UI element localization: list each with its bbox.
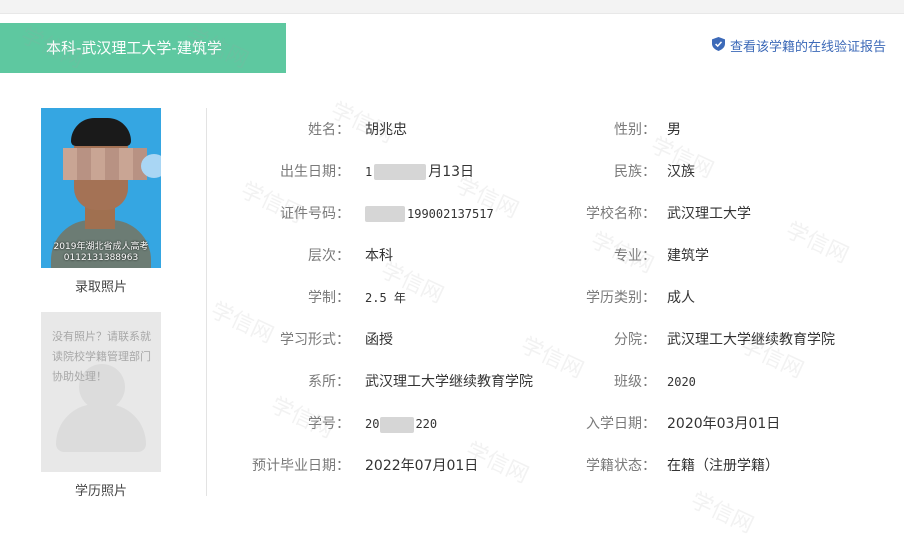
redacted-block (374, 164, 427, 180)
gender-value: 男 (667, 122, 681, 138)
watermark: 学信网 (686, 487, 758, 539)
education-photo-caption: 学历照片 (74, 484, 127, 499)
study-form-label: 学习形式： (280, 332, 350, 348)
school-value: 武汉理工大学 (667, 206, 751, 222)
birth-label: 出生日期： (280, 164, 350, 180)
duration-value: 2.5 年 (365, 291, 406, 305)
verify-report-label: 查看该学籍的在线验证报告 (729, 40, 886, 55)
branch-value: 武汉理工大学继续教育学院 (667, 332, 835, 348)
divider (206, 108, 207, 496)
grad-date-value: 2022年07月01日 (365, 458, 479, 474)
study-form-value: 函授 (365, 332, 393, 348)
gender-label: 性别： (614, 122, 656, 138)
name-label: 姓名： (308, 122, 350, 138)
verify-report-link[interactable]: 查看该学籍的在线验证报告 (711, 36, 886, 55)
id-number-label: 证件号码： (280, 206, 350, 222)
department-label: 系所： (308, 374, 350, 390)
branch-label: 分院： (614, 332, 656, 348)
photo-overlay-line1: 2019年湖北省成人高考 (53, 242, 149, 252)
redacted-block (365, 206, 405, 222)
edu-type-value: 成人 (667, 290, 695, 306)
level-label: 层次： (308, 248, 350, 264)
shield-check-icon (711, 36, 725, 55)
enroll-date-label: 入学日期： (586, 416, 656, 432)
school-label: 学校名称： (586, 206, 656, 222)
photo-overlay-line2: 0112131388963 (63, 253, 139, 263)
ethnicity-label: 民族： (614, 164, 656, 180)
level-value: 本科 (365, 248, 393, 264)
id-number-value: 199002137517 (365, 204, 494, 224)
enroll-date-value: 2020年03月01日 (667, 416, 781, 432)
redacted-block (380, 416, 415, 433)
record-title: 本科-武汉理工大学-建筑学 (46, 39, 222, 57)
student-number-value: 20 220 (365, 416, 438, 433)
duration-label: 学制： (308, 290, 350, 306)
major-value: 建筑学 (667, 248, 709, 264)
status-value: 在籍（注册学籍） (667, 458, 779, 474)
name-value: 胡兆忠 (365, 122, 407, 138)
top-bar (0, 0, 904, 14)
edu-type-label: 学历类别： (586, 290, 656, 306)
ethnicity-value: 汉族 (667, 164, 695, 180)
record-title-tab[interactable]: 本科-武汉理工大学-建筑学 (0, 23, 286, 73)
admission-photo-caption: 录取照片 (74, 280, 127, 295)
admission-photo: 2019年湖北省成人高考 0112131388963 (41, 108, 161, 268)
major-label: 专业： (614, 248, 656, 264)
status-label: 学籍状态： (586, 458, 656, 474)
watermark: 学信网 (781, 217, 853, 269)
grad-date-label: 预计毕业日期： (252, 458, 350, 474)
face-mosaic (63, 148, 147, 180)
student-number-label: 学号： (308, 416, 350, 432)
education-photo-placeholder: 没有照片？请联系就读院校学籍管理部门协助处理！ (41, 312, 161, 472)
department-value: 武汉理工大学继续教育学院 (365, 374, 533, 390)
class-value: 2020 (667, 375, 696, 389)
birth-value: 1 月13日 (365, 164, 475, 180)
no-photo-message: 没有照片？请联系就读院校学籍管理部门协助处理！ (52, 330, 151, 383)
class-label: 班级： (614, 374, 656, 390)
